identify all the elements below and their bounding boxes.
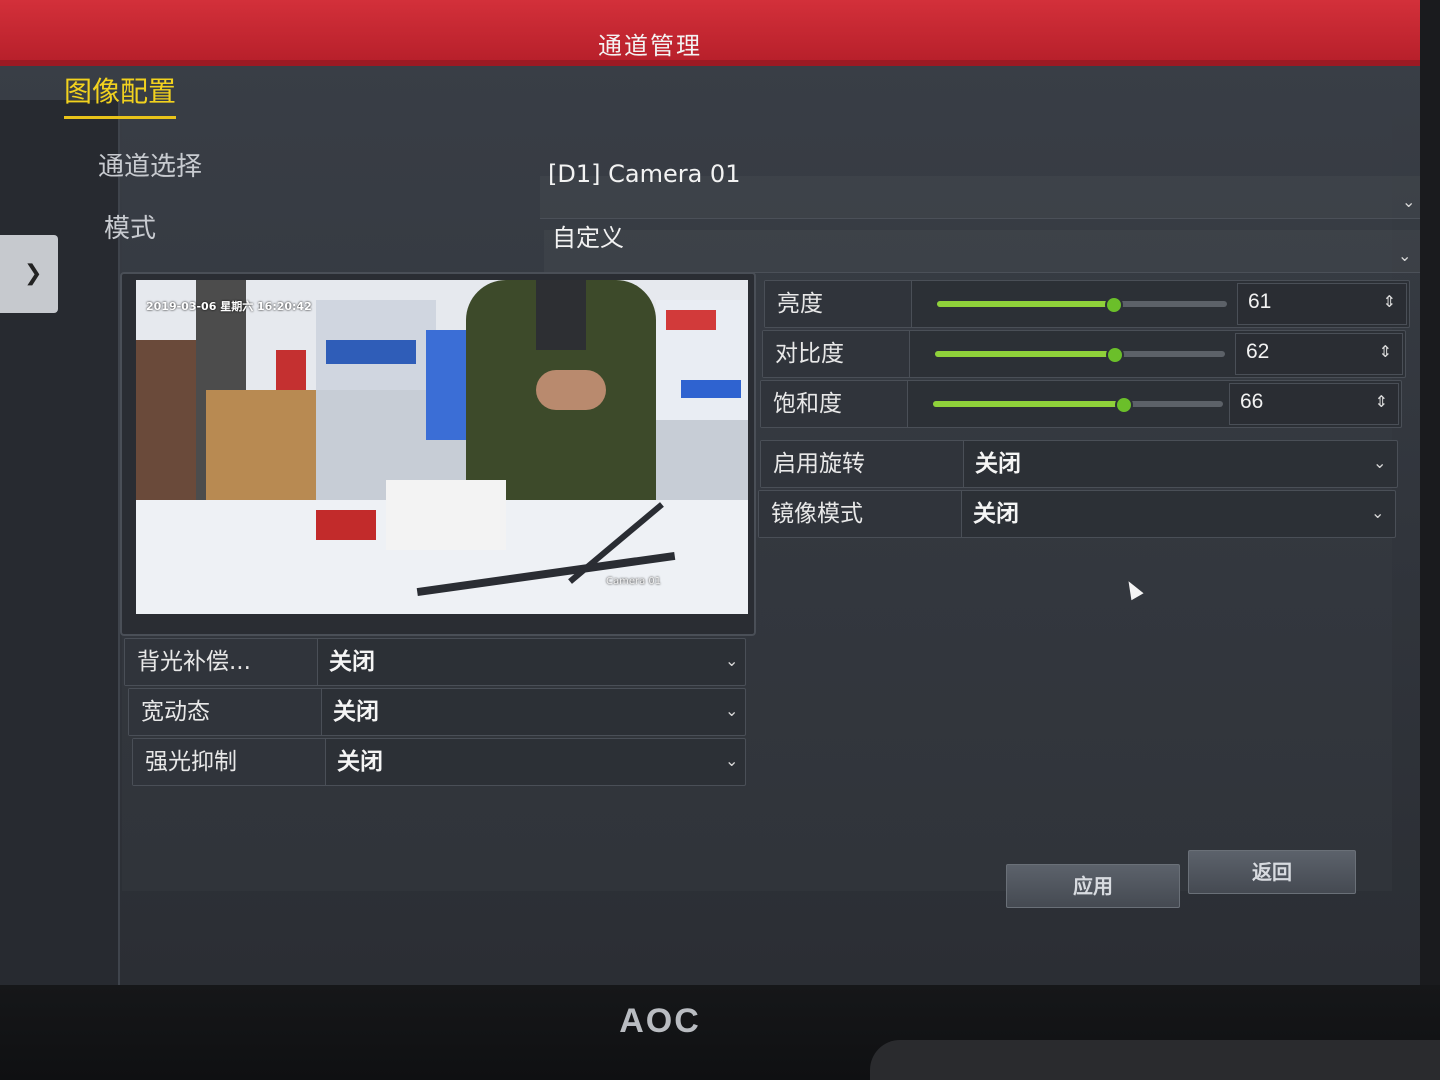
- saturation-slider-fill: [933, 401, 1125, 407]
- brightness-slider-handle[interactable]: [1104, 296, 1123, 314]
- chevron-down-icon: ⌄: [725, 751, 739, 770]
- saturation-slider[interactable]: [933, 396, 1223, 414]
- contrast-label: 对比度: [763, 331, 910, 377]
- monitor-stand: [870, 1040, 1440, 1080]
- mode-label: 模式: [104, 214, 157, 244]
- mode-select[interactable]: [544, 230, 1420, 273]
- back-button[interactable]: 返回: [1188, 850, 1356, 894]
- hlc-value: 关闭: [337, 749, 383, 775]
- hlc-option-row[interactable]: 强光抑制 关闭 ⌄: [132, 738, 746, 786]
- channel-value: [D1] Camera 01: [548, 160, 741, 188]
- contrast-slider-fill: [935, 351, 1115, 357]
- chevron-down-icon: ⌄: [1398, 246, 1412, 265]
- hlc-label: 强光抑制: [133, 739, 326, 785]
- chevron-down-icon: ⌄: [1373, 453, 1387, 472]
- backlight-option-row[interactable]: 背光补偿... 关闭 ⌄: [124, 638, 746, 686]
- backlight-label: 背光补偿...: [125, 639, 318, 685]
- brightness-row: 亮度 61 ⇕: [764, 280, 1410, 328]
- contrast-slider[interactable]: [935, 346, 1225, 364]
- saturation-value: 66: [1240, 390, 1264, 413]
- chevron-down-icon: ⌄: [1402, 192, 1416, 211]
- title-bar: 通道管理: [0, 0, 1420, 66]
- brightness-slider-fill: [937, 301, 1114, 307]
- backlight-value: 关闭: [329, 649, 375, 675]
- mirror-value: 关闭: [973, 501, 1019, 527]
- saturation-slider-handle[interactable]: [1115, 396, 1134, 414]
- window-title: 通道管理: [598, 32, 702, 60]
- mirror-label: 镜像模式: [759, 491, 962, 537]
- saturation-label: 饱和度: [761, 381, 908, 427]
- brightness-input[interactable]: 61 ⇕: [1237, 283, 1407, 325]
- rotate-label: 启用旋转: [761, 441, 964, 487]
- apply-button[interactable]: 应用: [1006, 864, 1180, 908]
- wdr-option-row[interactable]: 宽动态 关闭 ⌄: [128, 688, 746, 736]
- wdr-label: 宽动态: [129, 689, 322, 735]
- contrast-input[interactable]: 62 ⇕: [1235, 333, 1403, 375]
- osd-camera-name: Camera 01: [606, 576, 662, 587]
- brightness-label: 亮度: [765, 281, 912, 327]
- contrast-row: 对比度 62 ⇕: [762, 330, 1406, 378]
- nav-expand-button[interactable]: ❯: [0, 235, 58, 313]
- spinner-arrows-icon[interactable]: ⇕: [1383, 292, 1396, 311]
- chevron-down-icon: ⌄: [725, 701, 739, 720]
- rotate-value: 关闭: [975, 451, 1021, 477]
- mode-value: 自定义: [552, 224, 624, 252]
- spinner-arrows-icon[interactable]: ⇕: [1375, 392, 1388, 411]
- saturation-row: 饱和度 66 ⇕: [760, 380, 1402, 428]
- live-preview-frame: 2019-03-06 星期六 16:20:42 Camera 01: [120, 272, 756, 636]
- contrast-value: 62: [1246, 340, 1270, 363]
- saturation-input[interactable]: 66 ⇕: [1229, 383, 1399, 425]
- tab-image-config[interactable]: 图像配置: [64, 70, 177, 119]
- chevron-down-icon: ⌄: [1371, 503, 1385, 522]
- osd-timestamp: 2019-03-06 星期六 16:20:42: [146, 300, 312, 313]
- live-preview-image: 2019-03-06 星期六 16:20:42 Camera 01: [136, 280, 748, 614]
- mirror-option-row[interactable]: 镜像模式 关闭 ⌄: [758, 490, 1396, 538]
- brightness-value: 61: [1248, 290, 1272, 313]
- chevron-right-icon: ❯: [24, 261, 43, 286]
- brightness-slider[interactable]: [937, 296, 1227, 314]
- chevron-down-icon: ⌄: [725, 651, 739, 670]
- monitor-brand-logo: AOC: [619, 1002, 701, 1040]
- wdr-value: 关闭: [333, 699, 379, 725]
- channel-label: 通道选择: [98, 152, 203, 182]
- dvr-screen: 通道管理 ❯ 图像配置 通道选择 [D1] Camera 01 ⌄ 模式 自定义…: [0, 0, 1420, 985]
- spinner-arrows-icon[interactable]: ⇕: [1379, 342, 1392, 361]
- rotate-option-row[interactable]: 启用旋转 关闭 ⌄: [760, 440, 1398, 488]
- contrast-slider-handle[interactable]: [1105, 346, 1124, 364]
- side-nav-strip: [0, 100, 120, 985]
